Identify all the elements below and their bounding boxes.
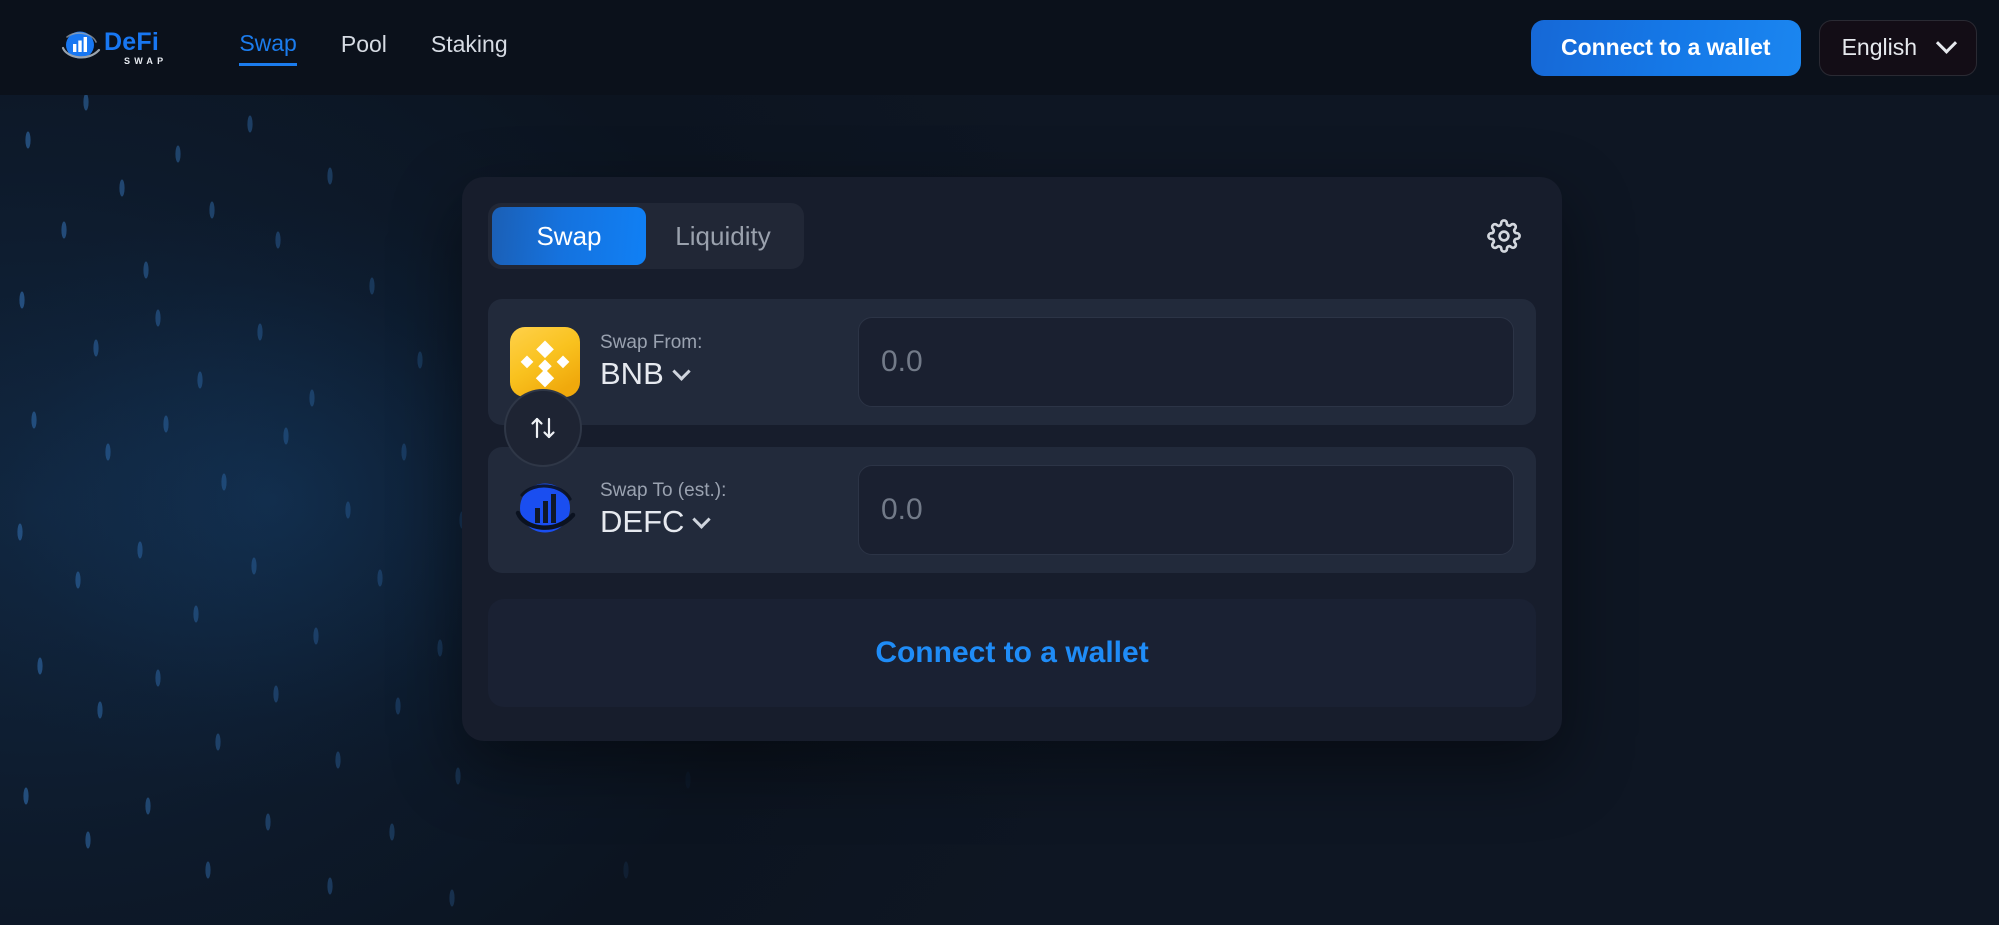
swap-from-label: Swap From:	[600, 332, 703, 353]
swap-from-token: Swap From: BNB	[510, 327, 840, 397]
nav-item-swap[interactable]: Swap	[239, 30, 297, 66]
chevron-down-icon	[672, 361, 691, 381]
nav-item-pool[interactable]: Pool	[341, 31, 387, 64]
brand-name: DeFi	[104, 27, 159, 56]
bnb-token-icon	[510, 327, 580, 397]
swap-from-token-selector[interactable]: BNB	[600, 356, 702, 392]
chevron-down-icon	[1935, 32, 1958, 54]
main-navigation: Swap Pool Staking	[239, 30, 508, 66]
swap-vertical-arrows-icon	[531, 417, 555, 439]
tab-liquidity[interactable]: Liquidity	[646, 207, 800, 265]
topbar-actions: Connect to a wallet English	[1530, 19, 1977, 76]
swap-to-panel: Swap To (est.): DEFC	[488, 447, 1536, 573]
chevron-down-icon	[692, 509, 712, 529]
gear-icon	[1487, 219, 1521, 253]
swap-from-token-symbol: BNB	[600, 356, 664, 391]
swap-to-label: Swap To (est.):	[600, 480, 727, 501]
swap-from-panel: Swap From: BNB	[488, 299, 1536, 425]
brand-logo[interactable]: DeFi SWAP	[58, 28, 167, 68]
defi-swap-logo-icon	[61, 31, 101, 58]
swap-to-token-selector[interactable]: DEFC	[600, 504, 726, 540]
settings-button[interactable]	[1482, 214, 1526, 258]
language-selector[interactable]: English	[1818, 19, 1977, 76]
swap-card: Swap Liquidity Swap From: BNB 0.0 Swap T…	[462, 177, 1562, 741]
swap-card-tabs: Swap Liquidity	[488, 203, 804, 269]
connect-wallet-action-button[interactable]: Connect to a wallet	[488, 599, 1536, 707]
defc-token-icon	[515, 483, 576, 533]
tab-swap[interactable]: Swap	[492, 207, 646, 265]
nav-item-staking[interactable]: Staking	[431, 31, 508, 64]
connect-wallet-header-button[interactable]: Connect to a wallet	[1530, 19, 1801, 76]
top-navigation-bar: DeFi SWAP Swap Pool Staking Connect to a…	[0, 0, 1999, 95]
swap-direction-button[interactable]	[504, 389, 582, 467]
swap-to-token: Swap To (est.): DEFC	[510, 475, 840, 545]
brand-subtitle: SWAP	[124, 55, 168, 66]
language-selector-value: English	[1841, 34, 1917, 60]
app-root: DeFi SWAP Swap Pool Staking Connect to a…	[0, 0, 1999, 925]
swap-card-header: Swap Liquidity	[488, 203, 1536, 269]
swap-to-amount-input[interactable]	[858, 465, 1514, 555]
swap-from-amount-input[interactable]	[858, 317, 1514, 407]
swap-to-token-symbol: DEFC	[600, 504, 685, 539]
